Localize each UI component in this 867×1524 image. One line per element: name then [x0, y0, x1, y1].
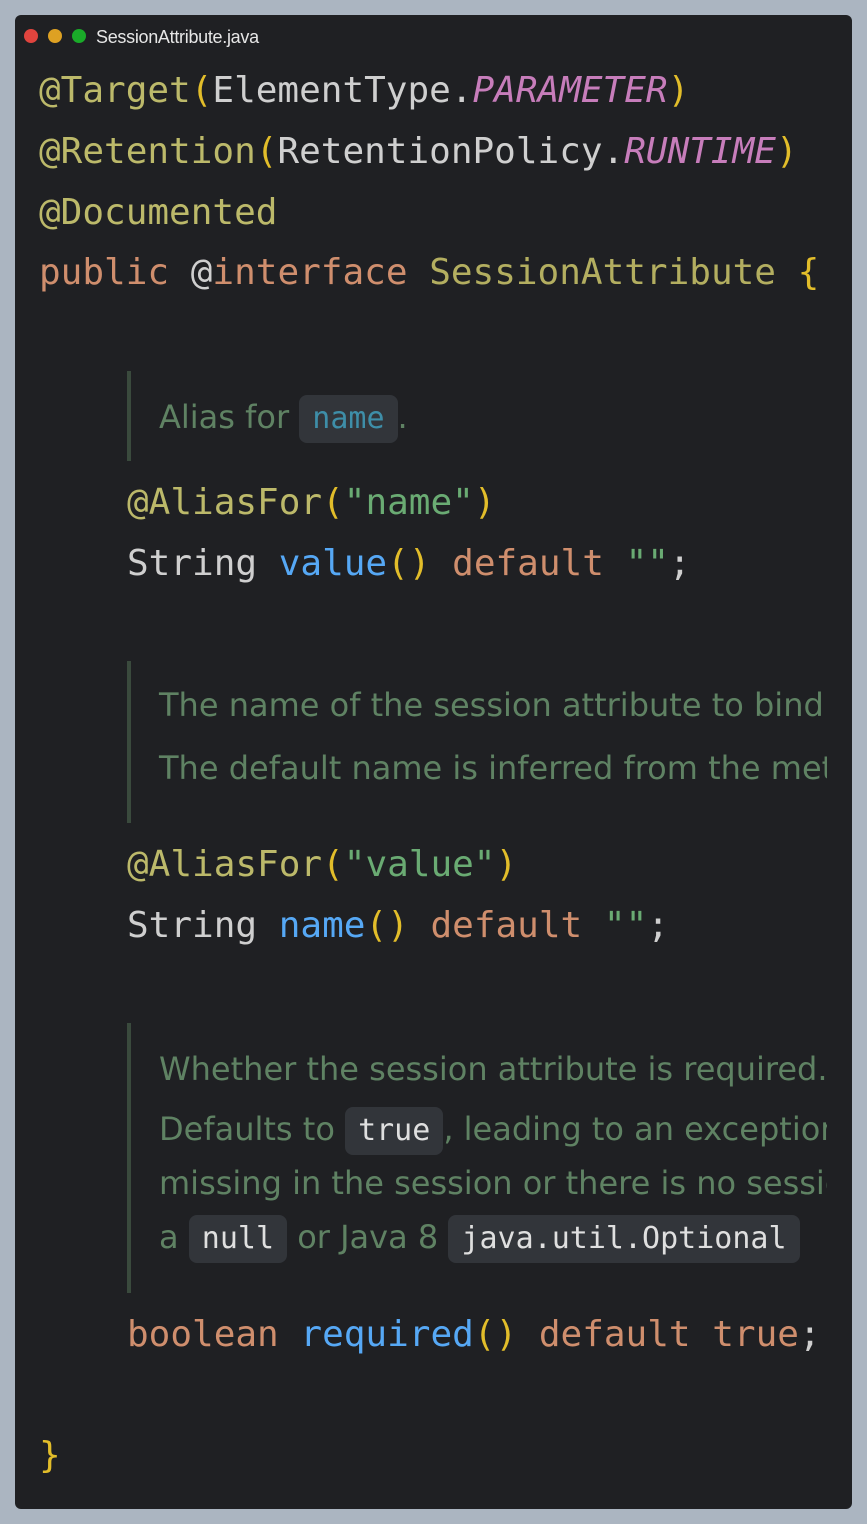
code-line-aliasfor-value: @AliasFor("value") — [127, 843, 517, 887]
method-name: value — [278, 543, 388, 584]
keyword-public: public — [39, 252, 170, 293]
code-window: SessionAttribute.java @Target(ElementTyp… — [15, 15, 852, 1509]
javadoc-line: a null or Java 8 java.util.Optional — [159, 1215, 800, 1263]
type-name: boolean — [127, 1314, 279, 1355]
keyword-interface: interface — [212, 252, 408, 293]
annotation: @AliasFor — [127, 482, 323, 523]
semicolon: ; — [798, 1314, 821, 1355]
code-line-required-method: boolean required() default true; — [127, 1313, 821, 1357]
javadoc-line: Alias for name. — [159, 395, 408, 443]
code-line-documented: @Documented — [39, 191, 277, 235]
close-paren: ) — [775, 131, 798, 172]
string-literal: "value" — [343, 844, 496, 885]
string-literal: "name" — [343, 482, 474, 523]
class-ref: ElementType. — [212, 70, 473, 111]
code-line-interface-decl: public @interface SessionAttribute { — [39, 251, 819, 295]
keyword-default: default — [430, 905, 583, 946]
javadoc-line: Defaults to true, leading to an exceptio… — [159, 1107, 827, 1155]
class-ref: RetentionPolicy. — [277, 131, 625, 172]
code-chip-true: true — [345, 1107, 444, 1155]
javadoc-block-required: Whether the session attribute is require… — [127, 1023, 827, 1293]
code-chip-optional: java.util.Optional — [448, 1215, 800, 1263]
method-name: required — [300, 1314, 474, 1355]
close-paren: ) — [495, 844, 518, 885]
code-chip-name-link[interactable]: name — [299, 395, 398, 443]
annotation: @Documented — [39, 192, 278, 233]
code-editor: @Target(ElementType.PARAMETER) @Retentio… — [15, 15, 827, 1509]
annotation: @AliasFor — [127, 844, 323, 885]
open-paren: ( — [190, 70, 213, 111]
code-line-retention: @Retention(RetentionPolicy.RUNTIME) — [39, 130, 798, 174]
string-literal: "" — [625, 543, 669, 584]
javadoc-line: The default name is inferred from the me… — [159, 749, 827, 787]
enum-constant: RUNTIME — [624, 131, 776, 172]
semicolon: ; — [668, 543, 691, 584]
open-paren: ( — [322, 844, 344, 885]
interface-name: SessionAttribute — [429, 252, 776, 293]
close-paren: ) — [667, 70, 690, 111]
boolean-literal: true — [712, 1314, 799, 1355]
close-brace: } — [39, 1435, 61, 1476]
code-line-name-method: String name() default ""; — [127, 904, 669, 948]
javadoc-line: Whether the session attribute is require… — [159, 1050, 827, 1088]
javadoc-block-name: The name of the session attribute to bin… — [127, 661, 827, 823]
code-line-value-method: String value() default ""; — [127, 542, 691, 586]
method-parens: () — [387, 543, 431, 584]
semicolon: ; — [647, 905, 669, 946]
open-brace: { — [797, 252, 820, 293]
code-chip-null: null — [188, 1215, 288, 1263]
javadoc-line: The name of the session attribute to bin… — [159, 686, 827, 724]
annotation: @Target — [39, 70, 191, 111]
keyword-default: default — [538, 1314, 691, 1355]
open-paren: ( — [322, 482, 344, 523]
type-name: String — [127, 543, 258, 584]
at-sign: @ — [190, 252, 213, 293]
javadoc-line: missing in the session or there is no se… — [159, 1164, 827, 1202]
method-parens: () — [365, 905, 409, 946]
close-paren: ) — [473, 482, 496, 523]
enum-constant: PARAMETER — [472, 70, 668, 111]
keyword-default: default — [452, 543, 604, 584]
annotation: @Retention — [39, 131, 256, 172]
code-line-aliasfor-name: @AliasFor("name") — [127, 481, 496, 525]
code-line-closing-brace: } — [39, 1434, 61, 1478]
method-name: name — [278, 905, 366, 946]
method-parens: () — [473, 1314, 518, 1355]
open-paren: ( — [255, 131, 278, 172]
javadoc-block-value: Alias for name. — [127, 371, 827, 461]
type-name: String — [127, 905, 258, 946]
code-line-target: @Target(ElementType.PARAMETER) — [39, 69, 689, 113]
string-literal: "" — [603, 905, 648, 946]
